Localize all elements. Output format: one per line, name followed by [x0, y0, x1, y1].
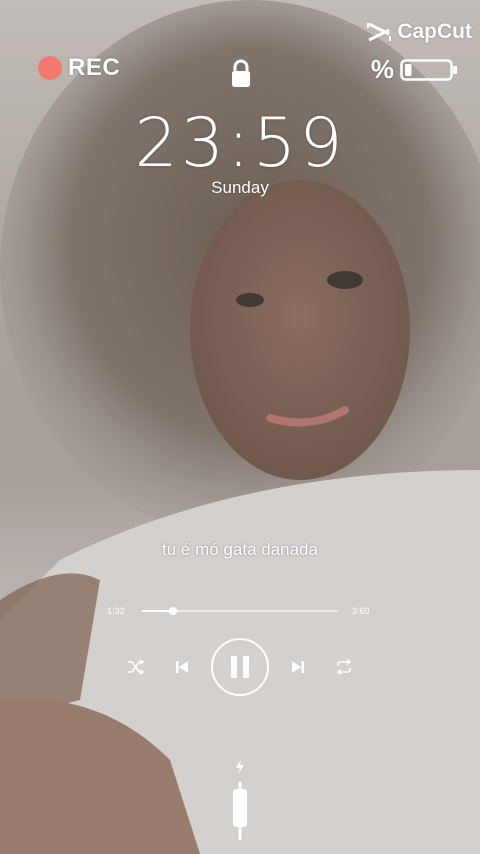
charging-cable-icon — [233, 760, 247, 840]
rec-indicator: REC — [38, 54, 120, 82]
rec-dot — [38, 56, 62, 80]
lyric-line: tu é mó gata danada — [162, 540, 318, 559]
pause-button[interactable] — [211, 638, 269, 696]
total-time: 3:60 — [352, 606, 370, 616]
progress-knob[interactable] — [169, 607, 178, 615]
clock-time: 23:59 — [134, 104, 346, 183]
capcut-logo-icon — [367, 22, 392, 42]
repeat-button[interactable] — [333, 656, 355, 678]
battery-status: % — [371, 54, 458, 85]
playback-controls — [0, 637, 480, 697]
clock-day: Sunday — [211, 178, 269, 197]
repeat-icon — [336, 659, 352, 675]
battery-icon — [400, 58, 457, 81]
lock-icon — [232, 59, 250, 87]
shuffle-button[interactable] — [125, 656, 147, 678]
next-button[interactable] — [288, 656, 308, 678]
capcut-watermark: CapCut — [367, 20, 472, 44]
capcut-label: CapCut — [397, 20, 472, 43]
next-icon — [292, 661, 304, 673]
rec-label: REC — [68, 54, 121, 81]
pause-icon — [231, 656, 249, 678]
lock-screen: REC CapCut % 23:59 Sunday tu é mó gata d… — [0, 0, 480, 854]
playback-progress[interactable]: 1:32 3:60 — [0, 603, 480, 619]
progress-track[interactable] — [142, 607, 338, 615]
previous-button[interactable] — [172, 656, 192, 678]
battery-percent-symbol: % — [370, 54, 394, 84]
previous-icon — [176, 661, 188, 673]
shuffle-icon — [128, 659, 145, 675]
elapsed-time: 1:32 — [107, 606, 125, 616]
